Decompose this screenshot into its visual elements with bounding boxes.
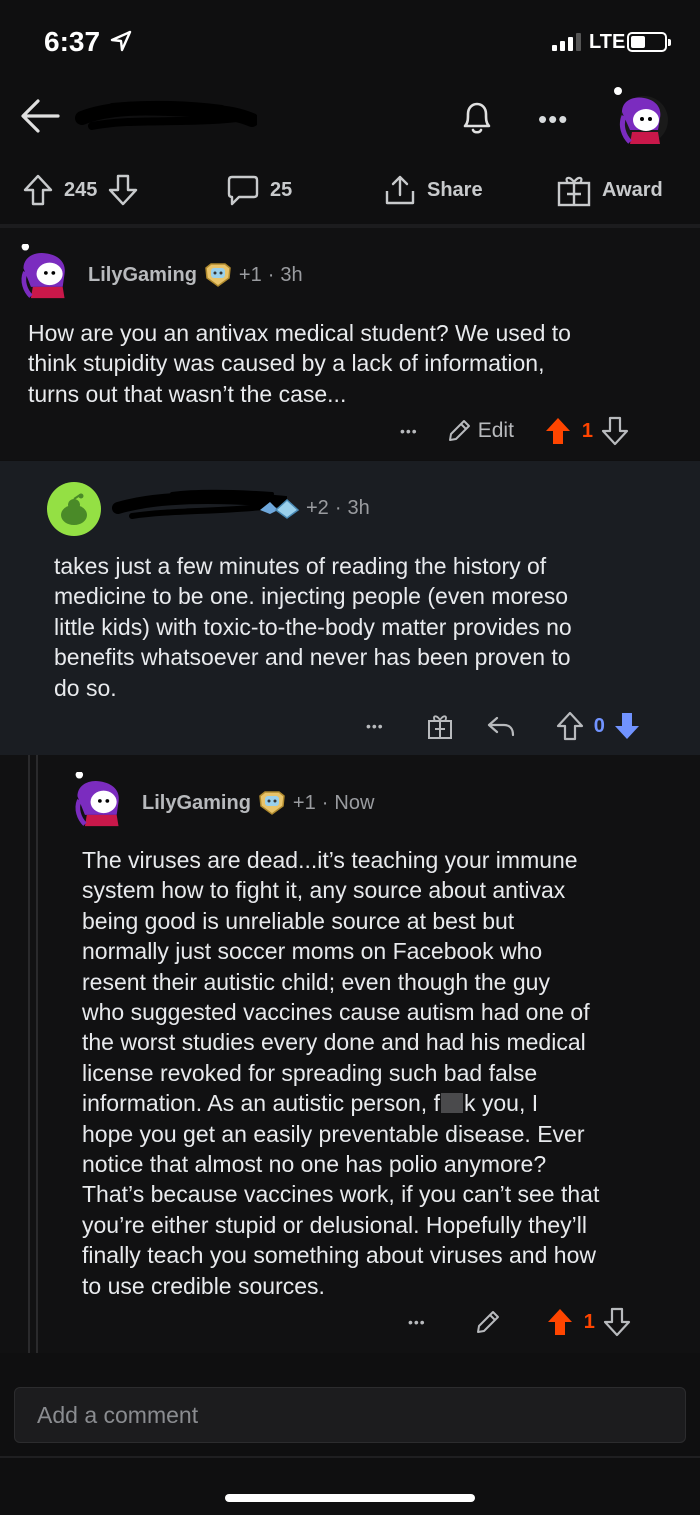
share-label: Share — [427, 178, 483, 201]
bottom-divider — [0, 1456, 700, 1458]
share-icon — [385, 175, 415, 205]
censor-block — [440, 1093, 463, 1114]
edit-label: Edit — [477, 419, 514, 442]
username[interactable]: LilyGaming — [88, 264, 197, 287]
downvote-icon[interactable] — [603, 1307, 631, 1337]
gift-icon[interactable] — [426, 712, 454, 740]
comments-button[interactable]: 25 — [226, 160, 292, 220]
karma-delta: +1 — [292, 791, 316, 814]
signal-icon — [552, 33, 581, 51]
comment-actions: ••• 0 — [366, 710, 641, 742]
comment-body: The viruses are dead...it’s teaching you… — [82, 845, 682, 1301]
comment-count: 25 — [270, 178, 293, 201]
award-button[interactable]: Award — [556, 160, 663, 220]
censored-line: information. As an autistic person, f k … — [82, 1090, 539, 1117]
award-label: Award — [602, 178, 663, 201]
downvote-icon[interactable] — [107, 173, 139, 207]
edit-button[interactable]: Edit — [446, 418, 514, 444]
downvote-icon[interactable] — [601, 416, 629, 446]
comment-time: Now — [334, 791, 375, 814]
user-flair-icon — [205, 263, 231, 287]
user-flair-icon — [259, 791, 285, 815]
status-time: 6:37 — [44, 26, 101, 57]
pencil-icon — [448, 420, 470, 441]
upvote-icon[interactable] — [546, 1307, 574, 1337]
comment-meta: +2 · 3h — [274, 497, 370, 520]
comment-meta: LilyGaming +1 · Now — [142, 790, 374, 816]
comment-meta: LilyGaming +1 · 3h — [88, 262, 303, 288]
commenter-avatar[interactable] — [70, 772, 126, 828]
user-flair-icon — [274, 498, 300, 519]
comment-more-button[interactable]: ••• — [408, 1314, 426, 1330]
comment-actions: ••• 1 — [408, 1307, 631, 1337]
comment-actions: ••• Edit 1 — [400, 416, 629, 446]
meta-separator: · — [267, 263, 275, 286]
thread-line — [28, 755, 30, 1353]
comment-time: 3h — [280, 263, 303, 286]
karma-delta: +1 — [238, 263, 262, 286]
share-button[interactable]: Share — [383, 160, 483, 220]
location-arrow-icon — [110, 30, 132, 52]
downvote-icon[interactable] — [613, 711, 641, 741]
status-bar: 6:37 LTE — [0, 0, 700, 86]
post-action-bar: 245 25 Share Award — [0, 160, 700, 222]
battery-icon — [627, 32, 671, 52]
meta-separator: · — [321, 791, 329, 814]
commenter-avatar[interactable] — [46, 481, 102, 537]
comment-more-button[interactable]: ••• — [400, 423, 418, 439]
comment-score: 1 — [583, 1310, 595, 1333]
add-comment-input[interactable]: Add a comment — [14, 1387, 686, 1443]
upvote-icon[interactable] — [544, 416, 572, 446]
comment-time: 3h — [347, 497, 370, 519]
add-comment-placeholder: Add a comment — [37, 1401, 199, 1428]
network-label: LTE — [589, 31, 626, 53]
home-indicator[interactable] — [225, 1494, 475, 1502]
comment-bubble-icon — [227, 175, 259, 206]
comment-score: 1 — [581, 419, 594, 442]
pencil-icon[interactable] — [474, 1308, 502, 1336]
back-arrow-icon[interactable] — [18, 94, 62, 138]
commenter-avatar[interactable] — [16, 244, 72, 300]
karma-delta: +2 — [306, 497, 329, 519]
redacted-username — [112, 489, 287, 519]
comment-more-button[interactable]: ••• — [366, 718, 384, 734]
comment-body: How are you an antivax medical student? … — [28, 320, 571, 407]
reply-icon[interactable] — [486, 712, 516, 740]
post-vote-group: 245 — [22, 160, 139, 220]
thread-line — [36, 755, 38, 1353]
more-options-button[interactable]: ••• — [538, 104, 568, 135]
user-avatar[interactable] — [608, 86, 668, 146]
username[interactable]: LilyGaming — [142, 792, 251, 815]
post-score: 245 — [64, 178, 98, 201]
comment-body: takes just a few minutes of reading the … — [54, 553, 572, 701]
comment-score: 0 — [593, 714, 605, 737]
upvote-icon[interactable] — [556, 711, 584, 741]
redacted-subreddit-title — [75, 100, 257, 130]
meta-separator: · — [334, 497, 342, 519]
upvote-icon[interactable] — [22, 173, 54, 207]
gift-icon — [557, 176, 591, 207]
bell-icon[interactable] — [455, 96, 499, 140]
